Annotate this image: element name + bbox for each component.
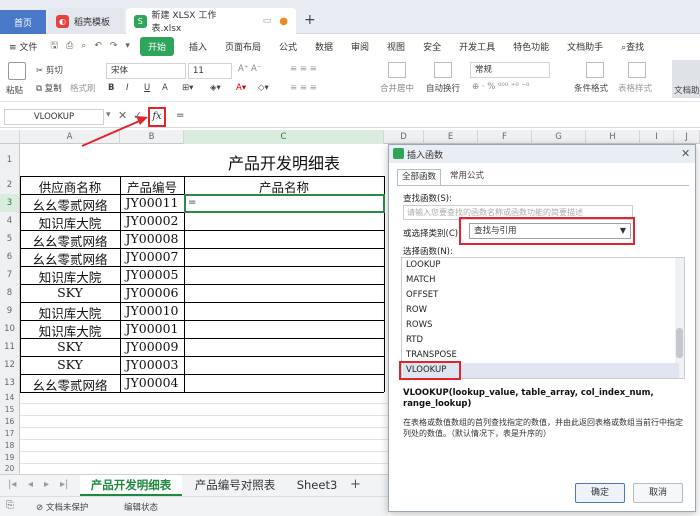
dialog-title: 插入函数 [407,150,444,161]
close-icon[interactable]: ✕ [681,147,690,160]
highlight-category [459,217,635,245]
tab-divider [397,185,689,186]
dialog-title-bar: 插入函数 ✕ [389,145,695,163]
search-label: 查找函数(S): [403,194,452,204]
category-label: 或选择类别(C): [403,229,461,239]
ok-button[interactable]: 确定 [575,483,625,503]
cancel-button[interactable]: 取消 [633,483,683,503]
tab-all-functions[interactable]: 全部函数 [397,169,441,185]
dialog-app-icon [393,148,404,159]
function-item[interactable]: RTD [403,333,679,348]
tab-common-formulas[interactable]: 常用公式 [445,169,489,185]
function-item[interactable]: MATCH [403,273,679,288]
function-description: 在表格或数值数组的首列查找指定的数值，并由此返回表格或数组当前行中指定列处的数值… [403,418,683,438]
insert-function-dialog: 插入函数 ✕ 全部函数 常用公式 查找函数(S): 请输入您要查找的函数名称或函… [388,144,696,512]
function-item[interactable]: ROW [403,303,679,318]
arrow-line [81,118,145,147]
function-item[interactable]: LOOKUP [403,258,679,273]
function-item[interactable]: ROWS [403,318,679,333]
function-signature: VLOOKUP(lookup_value, table_array, col_i… [403,388,654,409]
highlight-vlookup [399,361,461,380]
select-function-label: 选择函数(N): [403,247,453,257]
arrow-head [136,116,148,125]
function-item[interactable]: OFFSET [403,288,679,303]
